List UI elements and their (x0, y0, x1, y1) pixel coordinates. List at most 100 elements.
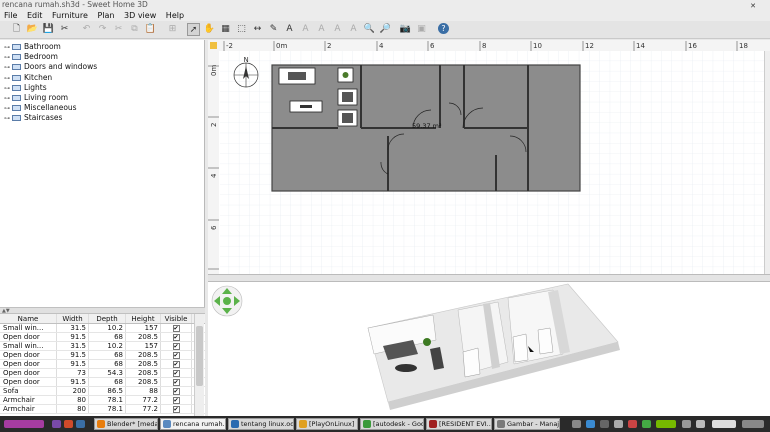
visible-checkbox[interactable]: ✔ (172, 352, 180, 359)
plan-canvas[interactable]: -20m24681012141618 0m2468 59.37 m² (208, 40, 770, 274)
increase-text-icon[interactable]: A (315, 23, 328, 36)
visible-checkbox[interactable]: ✔ (172, 361, 180, 368)
menu-edit[interactable]: Edit (27, 10, 43, 21)
plan-view[interactable]: -20m24681012141618 0m2468 59.37 m² (208, 40, 770, 274)
tray-icon[interactable] (614, 420, 623, 428)
visible-checkbox[interactable]: ✔ (172, 325, 180, 332)
3d-view[interactable] (208, 282, 770, 416)
copy-icon[interactable]: ⧉ (128, 23, 141, 36)
zoom-in-icon[interactable]: 🔍 (363, 23, 376, 36)
expand-icon[interactable]: ⊶ (4, 114, 12, 124)
paste-icon[interactable]: 📋 (144, 23, 157, 36)
navigation-arrows-icon[interactable] (211, 285, 243, 317)
column-depth[interactable]: Depth (89, 314, 126, 323)
tray-icon[interactable] (642, 420, 651, 428)
create-rooms-icon[interactable]: ⬚ (235, 23, 248, 36)
visible-checkbox[interactable]: ✔ (172, 388, 180, 395)
menu-3d-view[interactable]: 3D view (124, 10, 156, 21)
catalog-item-living-room[interactable]: ⊶ Living room (0, 93, 204, 103)
add-furniture-icon[interactable]: ⊞ (166, 23, 179, 36)
bold-text-icon[interactable]: A (347, 23, 360, 36)
column-width[interactable]: Width (57, 314, 89, 323)
table-row[interactable]: Open door 91.5 68 208.5 ✔ (0, 360, 205, 369)
column-visible[interactable]: Visible (161, 314, 192, 323)
catalog-item-bathroom[interactable]: ⊶ Bathroom (0, 42, 204, 52)
launcher-icon[interactable] (64, 420, 73, 428)
visible-checkbox[interactable]: ✔ (172, 334, 180, 341)
tray-icon[interactable] (628, 420, 637, 428)
volume-icon[interactable] (696, 420, 705, 428)
table-row[interactable]: Open door 91.5 68 208.5 ✔ (0, 351, 205, 360)
taskbar-item-resident-evil[interactable]: [RESIDENT EVI... (426, 418, 492, 430)
visible-checkbox[interactable]: ✔ (172, 370, 180, 377)
catalog-item-kitchen[interactable]: ⊶ Kitchen (0, 73, 204, 83)
create-video-icon[interactable]: ▣ (415, 23, 428, 36)
table-row[interactable]: Armchair 80 78.1 77.2 ✔ (0, 396, 205, 405)
taskbar-item-file-manager[interactable]: Gambar - Manaj... (494, 418, 560, 430)
redo-icon[interactable]: ↷ (96, 23, 109, 36)
menu-file[interactable]: File (4, 10, 17, 21)
catalog-item-staircases[interactable]: ⊶ Staircases (0, 113, 204, 123)
clock-icon[interactable] (712, 420, 736, 428)
table-row[interactable]: Open door 91.5 68 208.5 ✔ (0, 333, 205, 342)
table-row[interactable]: Armchair 80 78.1 77.2 ✔ (0, 405, 205, 414)
select-mode-icon[interactable]: ➚ (187, 23, 200, 36)
new-home-icon[interactable]: 🗋 (10, 23, 23, 36)
power-icon[interactable] (742, 420, 764, 428)
house-3d-model[interactable] (367, 283, 620, 410)
menu-plan[interactable]: Plan (97, 10, 114, 21)
3d-canvas[interactable] (208, 282, 770, 416)
catalog-item-doors-and-windows[interactable]: ⊶ Doors and windows (0, 62, 204, 72)
scrollbar-thumb[interactable] (196, 326, 203, 386)
table-row[interactable]: Small win... 31.5 10.2 157 ✔ (0, 324, 205, 333)
nvidia-icon[interactable] (656, 420, 676, 428)
create-labels-icon[interactable]: ✎ (267, 23, 280, 36)
preferences-icon[interactable]: ✂ (58, 23, 71, 36)
undo-icon[interactable]: ↶ (80, 23, 93, 36)
save-icon[interactable]: 💾 (42, 23, 55, 36)
taskbar-item-writer[interactable]: tentang linux.odt... (228, 418, 294, 430)
visible-checkbox[interactable]: ✔ (172, 397, 180, 404)
tray-icon[interactable] (600, 420, 609, 428)
pan-mode-icon[interactable]: ✋ (203, 23, 216, 36)
help-icon[interactable]: ? (437, 23, 450, 36)
table-scrollbar[interactable] (194, 314, 204, 416)
table-row[interactable]: Open door 91.5 68 208.5 ✔ (0, 378, 205, 387)
network-icon[interactable] (682, 420, 691, 428)
create-dimensions-icon[interactable]: ↔ (251, 23, 264, 36)
taskbar-item-blender[interactable]: Blender* [meda... (94, 418, 158, 430)
zoom-out-icon[interactable]: 🔎 (379, 23, 392, 36)
create-walls-icon[interactable]: ▦ (219, 23, 232, 36)
create-photo-icon[interactable]: 📷 (399, 23, 412, 36)
view-splitter[interactable] (208, 274, 770, 282)
table-row[interactable]: Open door 73 54.3 208.5 ✔ (0, 369, 205, 378)
launcher-icon[interactable] (52, 420, 61, 428)
column-height[interactable]: Height (126, 314, 161, 323)
taskbar-item-sweethome[interactable]: rencana rumah... (160, 418, 226, 430)
table-row[interactable]: Sofa 200 86.5 88 ✔ (0, 387, 205, 396)
taskbar-item-playonlinux[interactable]: [PlayOnLinux] (296, 418, 358, 430)
cut-icon[interactable]: ✂ (112, 23, 125, 36)
visible-checkbox[interactable]: ✔ (172, 379, 180, 386)
left-splitter[interactable]: ▲▼ (0, 307, 205, 314)
visible-checkbox[interactable]: ✔ (172, 406, 180, 413)
column-name[interactable]: Name (0, 314, 57, 323)
open-icon[interactable]: 📂 (26, 23, 39, 36)
launcher-icon[interactable] (76, 420, 85, 428)
add-text-icon[interactable]: A (283, 23, 296, 36)
table-row[interactable]: Small win... 31.5 10.2 157 ✔ (0, 342, 205, 351)
catalog-item-miscellaneous[interactable]: ⊶ Miscellaneous (0, 103, 204, 113)
tray-icon[interactable] (586, 420, 595, 428)
catalog-item-lights[interactable]: ⊶ Lights (0, 83, 204, 93)
decrease-text-icon[interactable]: A (331, 23, 344, 36)
start-menu-icon[interactable] (4, 420, 44, 428)
plan-vscroll[interactable] (764, 51, 770, 274)
folder-icon (497, 420, 505, 428)
catalog-item-bedroom[interactable]: ⊶ Bedroom (0, 52, 204, 62)
menu-help[interactable]: Help (166, 10, 184, 21)
rotate-text-icon[interactable]: A (299, 23, 312, 36)
visible-checkbox[interactable]: ✔ (172, 343, 180, 350)
tray-icon[interactable] (572, 420, 581, 428)
menu-furniture[interactable]: Furniture (52, 10, 88, 21)
taskbar-item-chrome[interactable]: [autodesk - Goo... (360, 418, 424, 430)
